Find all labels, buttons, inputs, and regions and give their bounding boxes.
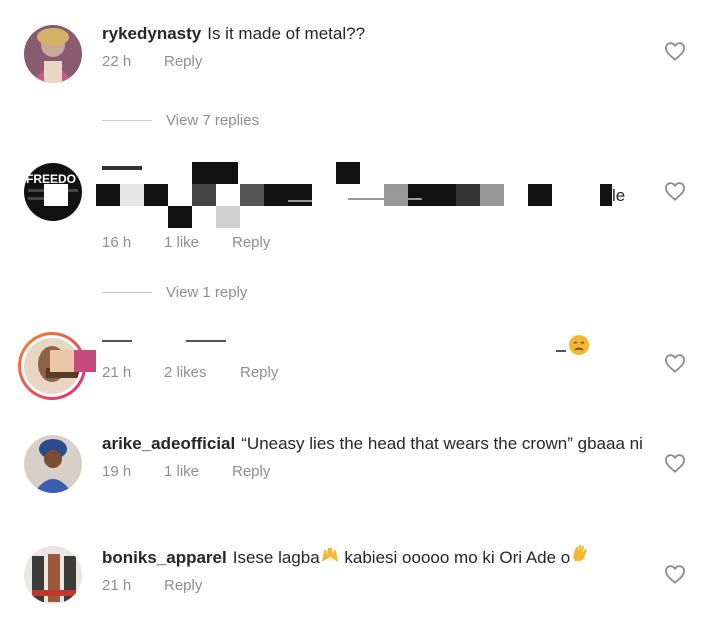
censor-block — [480, 184, 504, 206]
censor-block — [168, 206, 192, 228]
comment-meta: 16 h 1 like Reply — [102, 234, 646, 251]
censor-block — [264, 184, 312, 206]
avatar-image — [24, 435, 82, 493]
comment-username[interactable]: arike_adeofficial — [102, 434, 235, 453]
censor-block — [50, 350, 74, 372]
censor-block — [240, 184, 264, 206]
view-replies-button[interactable]: View 1 reply — [102, 284, 247, 301]
view-replies-label: View 1 reply — [166, 284, 248, 301]
comment-time: 16 h — [102, 234, 132, 251]
comment-meta: 21 h Reply — [102, 577, 646, 594]
avatar[interactable] — [24, 435, 82, 493]
censor-block — [192, 184, 216, 206]
blurred-text — [556, 350, 566, 352]
avatar-image — [24, 25, 82, 83]
comment-body: boniks_apparel Isese lagba kabiesi ooooo … — [102, 543, 646, 594]
comment-meta: 22 h Reply — [102, 53, 646, 70]
view-replies-label: View 7 replies — [166, 112, 260, 129]
comment-item: boniks_apparel Isese lagba kabiesi ooooo … — [0, 543, 720, 613]
view-replies-button[interactable]: View 7 replies — [102, 112, 259, 129]
comment-body: 21 h 2 likes Reply — [102, 364, 646, 381]
comment-meta: 21 h 2 likes Reply — [102, 364, 646, 381]
comment-meta: 19 h 1 like Reply — [102, 463, 646, 480]
comment-body: rykedynasty Is it made of metal?? 22 h Re… — [102, 22, 646, 70]
comment-message: Is it made of metal?? — [207, 24, 366, 43]
disappointed-face-emoji — [568, 334, 590, 361]
censor-block — [44, 184, 68, 206]
censor-block — [456, 184, 480, 206]
censor-block — [528, 184, 552, 206]
like-heart-icon[interactable] — [664, 453, 686, 473]
censor-block — [74, 350, 96, 372]
censor-block — [408, 184, 456, 206]
comment-text: arike_adeofficial “Uneasy lies the head t… — [102, 432, 646, 455]
censor-block — [216, 206, 240, 228]
avatar[interactable] — [24, 546, 82, 604]
raised-hands-emoji — [320, 545, 340, 569]
comment-message: “Uneasy lies the head that wears the cro… — [241, 434, 643, 453]
comment-message-part: Isese lagba — [232, 548, 320, 567]
comment-likes[interactable]: 1 like — [164, 463, 232, 480]
comment-body: arike_adeofficial “Uneasy lies the head t… — [102, 432, 646, 480]
blurred-text — [102, 340, 132, 342]
comment-text: rykedynasty Is it made of metal?? — [102, 22, 646, 45]
waving-hand-emoji — [570, 543, 590, 569]
reply-button[interactable]: Reply — [232, 234, 270, 251]
blurred-text — [348, 198, 422, 200]
comment-time: 21 h — [102, 364, 132, 381]
like-heart-icon[interactable] — [664, 564, 686, 584]
comment-username[interactable]: rykedynasty — [102, 24, 201, 43]
comment-item: 21 h 2 likes Reply — [0, 330, 720, 410]
like-heart-icon[interactable] — [664, 181, 686, 201]
avatar[interactable] — [24, 25, 82, 83]
censor-block — [102, 166, 142, 170]
replies-divider — [102, 120, 152, 121]
reply-button[interactable]: Reply — [164, 577, 202, 594]
comment-item: FREEDO le 16 h 1 like Reply — [0, 160, 720, 260]
comment-message: le — [612, 186, 626, 205]
comment-message-part: kabiesi ooooo mo ki Ori Ade o — [339, 548, 571, 567]
comment-body: 16 h 1 like Reply — [102, 234, 646, 251]
censor-block — [336, 162, 360, 184]
comment-time: 22 h — [102, 53, 132, 70]
reply-button[interactable]: Reply — [232, 463, 270, 480]
comment-time: 21 h — [102, 577, 132, 594]
like-heart-icon[interactable] — [664, 353, 686, 373]
censor-block — [144, 184, 168, 206]
comment-likes[interactable]: 1 like — [164, 234, 232, 251]
comment-item: arike_adeofficial “Uneasy lies the head t… — [0, 432, 720, 512]
censor-block — [96, 184, 120, 206]
censor-block — [120, 184, 144, 206]
blurred-text — [288, 200, 312, 202]
censor-block — [600, 184, 612, 206]
censor-block — [384, 184, 408, 206]
replies-divider — [102, 292, 152, 293]
comment-item: rykedynasty Is it made of metal?? 22 h Re… — [0, 22, 720, 102]
reply-button[interactable]: Reply — [240, 364, 278, 381]
reply-button[interactable]: Reply — [164, 53, 202, 70]
like-heart-icon[interactable] — [664, 41, 686, 61]
comment-time: 19 h — [102, 463, 132, 480]
censor-block — [192, 162, 238, 184]
comment-username[interactable]: boniks_apparel — [102, 548, 227, 567]
comment-text: boniks_apparel Isese lagba kabiesi ooooo … — [102, 543, 646, 569]
blurred-text — [186, 340, 226, 342]
avatar-image — [24, 546, 82, 604]
comment-likes[interactable]: 2 likes — [164, 364, 240, 381]
